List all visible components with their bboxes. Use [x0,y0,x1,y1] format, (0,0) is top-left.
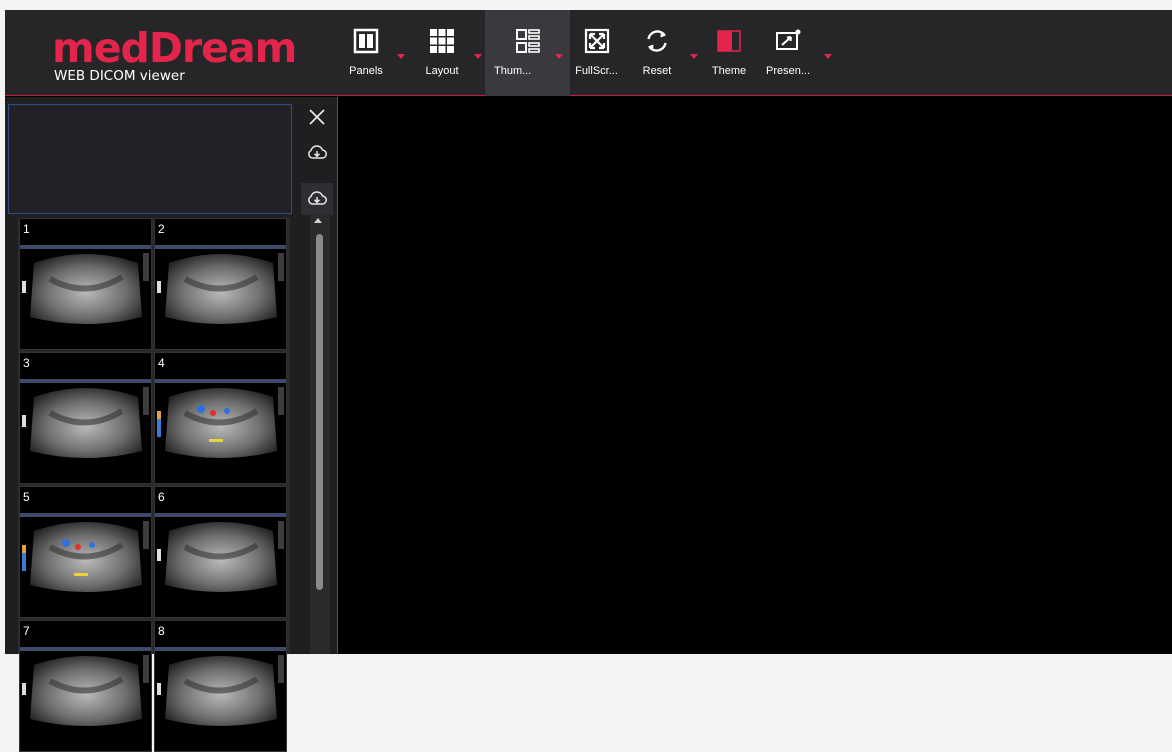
presentation-button[interactable]: Presen... [758,10,818,96]
thumbnail-scrollbar[interactable] [310,214,330,654]
series-thumbnail[interactable]: 5 [19,486,152,618]
meddream-app: medDream WEB DICOM viewer Panels Layout [5,10,1172,752]
ultrasound-image [155,513,286,592]
thumbnails-button[interactable]: Thum... [485,10,570,96]
fullscreen-button[interactable]: FullScr... [569,10,624,96]
series-thumbnail[interactable]: 6 [154,486,287,618]
thumbnail-number: 1 [23,222,30,236]
thumbnail-number: 8 [158,624,165,638]
theme-button[interactable]: Theme [705,10,753,96]
cloud-download-icon [308,191,327,205]
thumbnail-number: 5 [23,490,30,504]
panels-button[interactable]: Panels [331,10,401,96]
presentation-dropdown-caret[interactable] [824,54,832,59]
layout-grid-icon [430,29,454,53]
close-sidebar-button[interactable] [301,101,333,133]
series-thumbnail[interactable]: 7 [19,620,152,752]
ultrasound-image [20,245,151,324]
series-thumbnail[interactable]: 3 [19,352,152,484]
panels-label: Panels [349,65,383,77]
thumbnails-icon [516,29,540,53]
brand-name: medDream [52,24,297,72]
fullscreen-label: FullScr... [575,65,618,77]
scroll-up-arrow[interactable] [314,218,322,223]
series-thumbnail[interactable]: 4 [154,352,287,484]
top-toolbar: medDream WEB DICOM viewer Panels Layout [5,10,1172,96]
ultrasound-image [155,647,286,726]
presentation-label: Presen... [765,65,811,77]
download-study-button[interactable] [301,137,333,169]
panels-icon [353,28,379,54]
layout-label: Layout [425,65,459,77]
ultrasound-image [155,379,286,458]
thumbnails-dropdown-caret[interactable] [555,54,563,59]
thumbnail-number: 6 [158,490,165,504]
reset-button[interactable]: Reset [632,10,682,96]
study-info-box[interactable] [8,104,292,214]
thumbnail-number: 4 [158,356,165,370]
image-viewport[interactable] [339,97,1172,654]
thumbnail-number: 7 [23,624,30,638]
series-thumbnail[interactable]: 2 [154,218,287,350]
ultrasound-image [155,245,286,324]
ultrasound-image [20,647,151,726]
ultrasound-image [20,513,151,592]
reset-icon [647,30,667,52]
theme-label: Theme [711,65,747,77]
brand-logo: medDream WEB DICOM viewer [52,24,297,88]
cloud-download-icon [308,145,327,159]
theme-icon [717,30,741,52]
reset-label: Reset [642,65,672,77]
presentation-icon [776,29,801,50]
layout-dropdown-caret[interactable] [474,54,482,59]
thumbnail-number: 3 [23,356,30,370]
layout-button[interactable]: Layout [407,10,477,96]
ultrasound-image [20,379,151,458]
thumbnail-grid: 1 2 3 4 5 6 7 8 [18,218,290,752]
panels-dropdown-caret[interactable] [397,54,405,59]
download-series-button[interactable] [301,183,333,215]
scroll-thumb[interactable] [316,234,323,590]
reset-dropdown-caret[interactable] [690,54,698,59]
thumbnails-label: Thum... [494,65,532,77]
thumbnail-number: 2 [158,222,165,236]
thumbnails-sidebar: 1 2 3 4 5 6 7 8 [5,97,338,752]
series-thumbnail[interactable]: 8 [154,620,287,752]
series-thumbnail[interactable]: 1 [19,218,152,350]
fullscreen-icon [584,28,609,54]
close-icon [309,109,325,125]
